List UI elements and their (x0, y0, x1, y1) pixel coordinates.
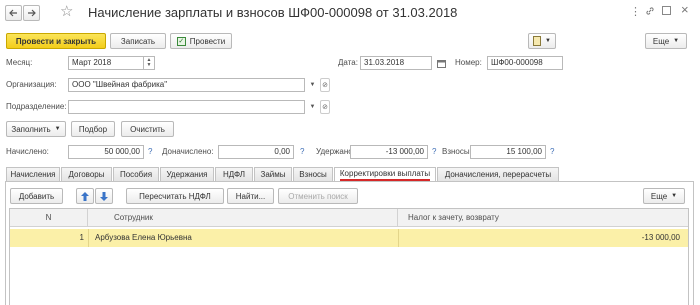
month-picker-icon[interactable]: ▲ ▼ (144, 56, 155, 70)
close-icon[interactable]: × (681, 2, 689, 18)
accrued-label: Начислено: (6, 147, 49, 156)
arrow-down-icon (100, 191, 108, 201)
month-field[interactable]: Март 2018 (68, 56, 144, 70)
chevron-down-icon[interactable]: ▼ (307, 100, 318, 114)
open-organization-icon[interactable]: ⊘ (320, 78, 330, 92)
accrued-help-icon[interactable]: ? (148, 145, 152, 159)
withheld-help-icon[interactable]: ? (432, 145, 436, 159)
date-label: Дата: (338, 58, 358, 67)
favorite-star-icon[interactable]: ☆ (60, 3, 73, 21)
table-header: N Сотрудник Налог к зачету, возврату (10, 209, 688, 227)
dots-vertical-icon[interactable]: ⋮ (630, 5, 641, 19)
report-menu-button[interactable]: ▼ (528, 33, 556, 49)
chevron-down-icon: ▼ (673, 38, 680, 44)
tab-accruals[interactable]: Начисления (6, 167, 60, 181)
column-header-employee[interactable]: Сотрудник (88, 209, 398, 227)
calendar-icon[interactable] (436, 56, 447, 70)
window-header: ☆ Начисление зарплаты и взносов ШФ00-000… (0, 0, 700, 26)
contributions-label: Взносы: (442, 147, 472, 156)
column-header-tax-refund[interactable]: Налог к зачету, возврату (398, 209, 688, 227)
contributions-help-icon[interactable]: ? (550, 145, 554, 159)
post-label: Провести (189, 36, 226, 46)
accrued-field: 50 000,00 (68, 145, 144, 159)
corrections-table: N Сотрудник Налог к зачету, возврату 1 А… (9, 208, 689, 305)
row-amount[interactable]: -13 000,00 (398, 229, 688, 247)
panel-more-label: Еще (650, 191, 668, 201)
tab-payment-corrections[interactable]: Корректировки выплаты (334, 167, 436, 182)
move-down-button[interactable] (95, 188, 113, 204)
add-row-button[interactable]: Добавить (10, 188, 63, 204)
tab-benefits[interactable]: Пособия (113, 167, 159, 181)
post-icon: ✓ (176, 36, 186, 46)
post-and-close-button[interactable]: Провести и закрыть (6, 33, 106, 49)
open-department-icon[interactable]: ⊘ (320, 100, 330, 114)
tab-contributions[interactable]: Взносы (293, 167, 333, 181)
link-icon[interactable] (645, 6, 655, 16)
organization-field[interactable]: ООО "Швейная фабрика" (68, 78, 305, 92)
panel-more-button[interactable]: Еще ▼ (643, 188, 685, 204)
move-up-button[interactable] (76, 188, 94, 204)
arrow-right-icon (28, 9, 36, 17)
column-header-number[interactable]: N (10, 209, 88, 227)
chevron-down-icon: ▼ (671, 193, 678, 199)
save-button[interactable]: Записать (110, 33, 166, 49)
fill-button[interactable]: Заполнить ▼ (6, 121, 66, 137)
additional-label: Доначислено: (162, 147, 214, 156)
department-label: Подразделение: (6, 102, 67, 111)
post-button[interactable]: ✓ Провести (170, 33, 232, 49)
document-report-icon (533, 36, 542, 46)
forward-button[interactable] (23, 5, 40, 21)
chevron-down-icon: ▼ (54, 126, 61, 132)
tab-recalculations[interactable]: Доначисления, перерасчеты (437, 167, 559, 181)
tab-loans[interactable]: Займы (254, 167, 292, 181)
more-label: Еще (652, 36, 670, 46)
clear-button[interactable]: Очистить (121, 121, 174, 137)
expand-icon[interactable] (662, 6, 671, 15)
select-button[interactable]: Подбор (71, 121, 115, 137)
additional-help-icon[interactable]: ? (300, 145, 304, 159)
more-actions-button[interactable]: Еще ▼ (645, 33, 687, 49)
cancel-search-button[interactable]: Отменить поиск (278, 188, 358, 204)
tab-deductions[interactable]: Удержания (160, 167, 214, 181)
tab-ndfl[interactable]: НДФЛ (215, 167, 253, 181)
number-label: Номер: (455, 58, 482, 67)
chevron-down-icon: ▼ (545, 38, 551, 44)
department-field[interactable] (68, 100, 305, 114)
fill-label: Заполнить (11, 124, 51, 134)
chevron-down-icon[interactable]: ▼ (307, 78, 318, 92)
arrow-left-icon (9, 9, 17, 17)
arrow-up-icon (81, 191, 89, 201)
tab-contracts[interactable]: Договоры (61, 167, 112, 181)
row-number: 1 (79, 233, 84, 242)
row-employee[interactable]: Арбузова Елена Юрьевна (88, 229, 398, 247)
withheld-field: -13 000,00 (350, 145, 428, 159)
date-field[interactable]: 31.03.2018 (360, 56, 432, 70)
table-row[interactable]: 1 Арбузова Елена Юрьевна -13 000,00 (10, 229, 688, 247)
month-label: Месяц: (6, 58, 33, 67)
document-title: Начисление зарплаты и взносов ШФ00-00009… (88, 5, 458, 20)
additional-field: 0,00 (218, 145, 294, 159)
organization-label: Организация: (6, 80, 57, 89)
find-button[interactable]: Найти... (227, 188, 274, 204)
recalculate-ndfl-button[interactable]: Пересчитать НДФЛ (126, 188, 224, 204)
contributions-field: 15 100,00 (470, 145, 546, 159)
number-field[interactable]: ШФ00-000098 (487, 56, 563, 70)
back-button[interactable] (5, 5, 22, 21)
